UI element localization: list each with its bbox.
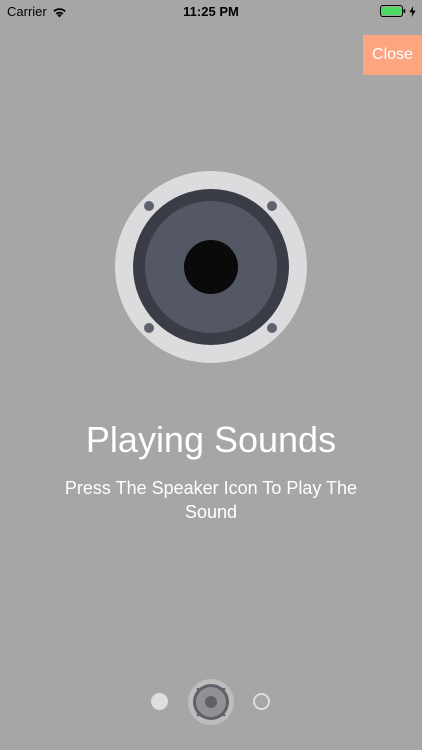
page-title: Playing Sounds — [85, 419, 337, 460]
page-indicator — [0, 678, 422, 726]
speaker-center — [184, 240, 238, 294]
status-time: 11:25 PM — [183, 4, 239, 19]
speaker-screw-bottom-left — [144, 323, 154, 333]
battery-icon — [380, 5, 406, 17]
close-button[interactable]: Close — [363, 35, 422, 75]
charging-icon — [409, 5, 416, 17]
page-dot-3[interactable] — [253, 693, 270, 710]
page-subtitle: Press The Speaker Icon To Play The Sound — [64, 478, 358, 522]
battery-group — [380, 5, 416, 17]
speaker-icon[interactable] — [115, 171, 307, 363]
page-dot-current-speaker-icon[interactable] — [187, 678, 235, 726]
speaker-screw-bottom-right — [267, 323, 277, 333]
close-button-label: Close — [372, 46, 413, 63]
page-dot-1[interactable] — [151, 693, 168, 710]
speaker-screw-top-left — [144, 201, 154, 211]
status-bar: Carrier 11:25 PM — [0, 0, 422, 22]
speaker-screw-top-right — [267, 201, 277, 211]
